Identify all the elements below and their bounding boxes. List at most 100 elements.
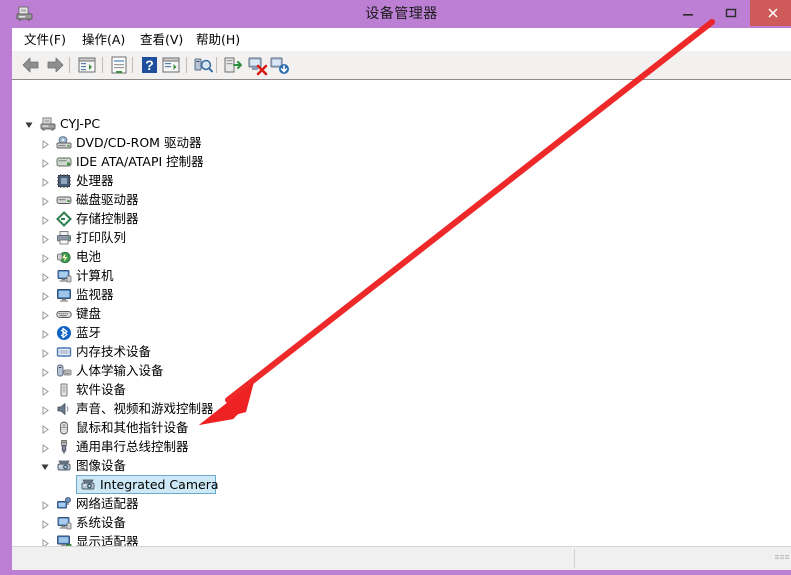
expanded-triangle-icon[interactable]: [24, 118, 35, 129]
device-tree[interactable]: CYJ-PC DVD/CD-ROM 驱动器 IDE ATA/ATAPI 控制器 …: [12, 79, 791, 546]
menu-file[interactable]: 文件(F): [16, 28, 74, 51]
chevron-right-icon[interactable]: [40, 251, 51, 263]
help-question-icon: ?: [142, 57, 157, 73]
chevron-right-icon[interactable]: [40, 498, 51, 510]
chevron-right-icon[interactable]: [40, 517, 51, 529]
show-hide-console-tree-button[interactable]: [76, 54, 98, 76]
menu-action[interactable]: 操作(A): [74, 28, 133, 51]
device-manager-window: 设备管理器 文件(F) 操作(A) 查看(V) 帮助(H) ? CYJ-PC D…: [0, 0, 791, 575]
tree-node-label: Integrated Camera: [100, 477, 219, 492]
update-driver-button[interactable]: [222, 54, 244, 76]
update-driver-icon: [224, 57, 242, 73]
chevron-right-icon[interactable]: [40, 213, 51, 225]
ide-controller-icon: [56, 154, 72, 170]
svg-text:?: ?: [145, 57, 154, 73]
tree-node-label: 存储控制器: [76, 211, 139, 226]
battery-icon: [56, 249, 72, 265]
chevron-right-icon[interactable]: [40, 327, 51, 339]
disable-device-button[interactable]: [268, 54, 290, 76]
uninstall-device-button[interactable]: [246, 54, 268, 76]
keyboard-icon: [56, 306, 72, 322]
tree-node-label: IDE ATA/ATAPI 控制器: [76, 154, 204, 169]
display-adapter-icon: [56, 534, 72, 546]
chevron-right-icon[interactable]: [40, 365, 51, 377]
show-hide-action-pane-button[interactable]: [160, 54, 182, 76]
menu-view[interactable]: 查看(V): [132, 28, 191, 51]
chevron-right-icon[interactable]: [40, 422, 51, 434]
tree-node-label: 通用串行总线控制器: [76, 439, 189, 454]
computer-device-icon: [56, 268, 72, 284]
tree-node-label: 蓝牙: [76, 325, 102, 340]
disk-drive-icon: [56, 192, 72, 208]
toolbar-separator: [216, 57, 217, 73]
menu-bar: 文件(F) 操作(A) 查看(V) 帮助(H): [12, 28, 791, 52]
hid-icon: [56, 363, 72, 379]
usb-controller-icon: [56, 439, 72, 455]
computer-icon: [40, 116, 56, 132]
chevron-right-icon[interactable]: [40, 308, 51, 320]
chevron-right-icon[interactable]: [40, 175, 51, 187]
chevron-right-icon[interactable]: [40, 441, 51, 453]
tree-node-label: 电池: [76, 249, 102, 264]
properties-icon: [111, 56, 127, 74]
tree-node-label: 监视器: [76, 287, 114, 302]
chevron-right-icon[interactable]: [40, 232, 51, 244]
tree-node-label: 图像设备: [76, 458, 127, 473]
maximize-button[interactable]: [709, 0, 752, 26]
chevron-right-icon[interactable]: [40, 346, 51, 358]
imaging-device-icon: [56, 458, 72, 474]
chevron-right-icon[interactable]: [40, 403, 51, 415]
disable-device-icon: [270, 57, 289, 74]
camera-icon: [80, 477, 96, 493]
forward-arrow-icon: [47, 57, 64, 73]
back-button[interactable]: [20, 54, 42, 76]
title-bar[interactable]: 设备管理器: [6, 0, 791, 28]
tree-node-label: 磁盘驱动器: [76, 192, 139, 207]
tree-node-label: 人体学输入设备: [76, 363, 164, 378]
uninstall-device-icon: [248, 57, 268, 76]
toolbar-separator: [69, 57, 70, 73]
chevron-right-icon[interactable]: [40, 156, 51, 168]
status-bar: [12, 546, 791, 570]
menu-help[interactable]: 帮助(H): [188, 28, 248, 51]
chevron-right-icon[interactable]: [40, 384, 51, 396]
dvd-drive-icon: [56, 135, 72, 151]
tree-node-label: 处理器: [76, 173, 114, 188]
memory-technology-icon: [56, 344, 72, 360]
toolbar-separator: [132, 57, 133, 73]
chevron-right-icon[interactable]: [40, 270, 51, 282]
chevron-right-icon[interactable]: [40, 536, 51, 546]
close-button[interactable]: [750, 0, 791, 26]
minimize-button[interactable]: [666, 0, 709, 26]
tree-node-label: 键盘: [76, 306, 102, 321]
monitor-icon: [56, 287, 72, 303]
processor-icon: [56, 173, 72, 189]
tree-node-label: 显示适配器: [76, 534, 139, 546]
toolbar: ?: [12, 51, 791, 80]
system-device-icon: [56, 515, 72, 531]
network-adapter-icon: [56, 496, 72, 512]
help-button[interactable]: ?: [138, 54, 160, 76]
scan-hardware-changes-button[interactable]: [192, 54, 214, 76]
console-tree-icon: [78, 57, 96, 73]
tree-node-label: 网络适配器: [76, 496, 139, 511]
tree-node-label: 软件设备: [76, 382, 127, 397]
properties-button[interactable]: [108, 54, 130, 76]
tree-node-label: CYJ-PC: [60, 116, 101, 131]
forward-button[interactable]: [44, 54, 66, 76]
tree-node-label: 打印队列: [76, 230, 127, 245]
chevron-right-icon[interactable]: [40, 194, 51, 206]
back-arrow-icon: [22, 57, 39, 73]
printer-icon: [56, 230, 72, 246]
chevron-right-icon[interactable]: [40, 289, 51, 301]
scan-hardware-icon: [194, 58, 213, 73]
sound-video-game-icon: [56, 401, 72, 417]
resize-grip-icon[interactable]: [775, 547, 789, 559]
tree-node-label: 鼠标和其他指针设备: [76, 420, 189, 435]
expanded-triangle-icon[interactable]: [40, 460, 51, 471]
toolbar-separator: [102, 57, 103, 73]
client-area: 文件(F) 操作(A) 查看(V) 帮助(H) ? CYJ-PC DVD/CD-…: [12, 28, 791, 570]
bluetooth-icon: [56, 325, 72, 341]
tree-node-label: DVD/CD-ROM 驱动器: [76, 135, 202, 150]
chevron-right-icon[interactable]: [40, 137, 51, 149]
